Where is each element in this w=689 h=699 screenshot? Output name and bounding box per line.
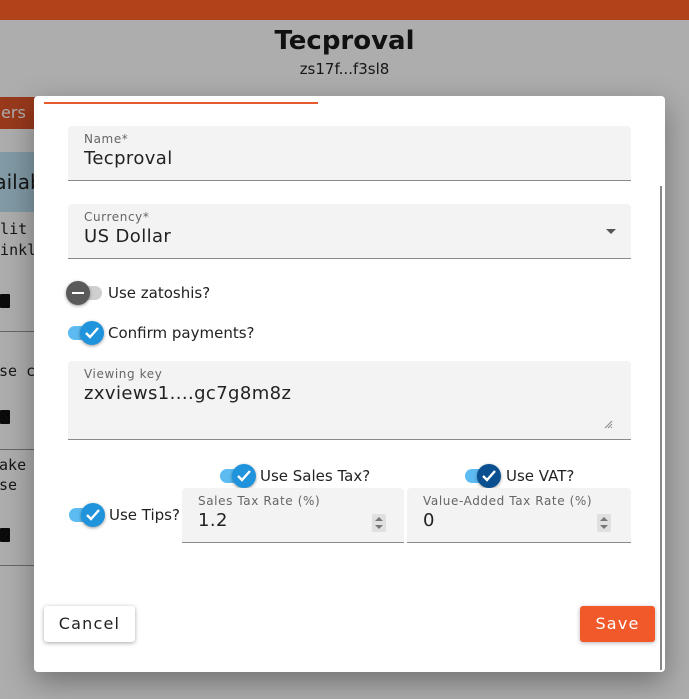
scrollbar[interactable] [660, 186, 662, 670]
name-input[interactable]: Tecproval [84, 148, 173, 169]
use-vat-toggle[interactable] [465, 464, 503, 488]
use-tips-toggle[interactable] [69, 503, 107, 527]
use-sales-tax-toggle[interactable] [220, 464, 258, 488]
confirm-payments-label: Confirm payments? [108, 324, 255, 342]
minus-icon [66, 281, 90, 305]
sales-tax-rate-field[interactable]: Sales Tax Rate (%) 1.2 [182, 488, 404, 543]
name-field-label: Name* [84, 132, 129, 146]
number-spinner-icon[interactable] [372, 514, 386, 532]
progress-bar [44, 102, 318, 104]
viewing-key-field[interactable]: Viewing key zxviews1....gc7g8m8z [68, 361, 631, 440]
sales-tax-rate-input[interactable]: 1.2 [198, 510, 228, 531]
check-icon [232, 464, 256, 488]
edit-shop-dialog: Name* Tecproval Currency* US Dollar Use … [34, 96, 665, 672]
vat-rate-label: Value-Added Tax Rate (%) [423, 494, 593, 508]
resize-handle-icon[interactable] [604, 420, 613, 429]
viewing-key-label: Viewing key [84, 367, 163, 381]
use-zatoshis-label: Use zatoshis? [108, 284, 211, 302]
use-zatoshis-toggle[interactable] [66, 281, 106, 305]
currency-select[interactable]: Currency* US Dollar [68, 204, 631, 259]
use-tips-label: Use Tips? [109, 506, 180, 524]
cancel-button[interactable]: Cancel [44, 606, 135, 642]
viewing-key-input[interactable]: zxviews1....gc7g8m8z [84, 383, 291, 404]
check-icon [81, 503, 105, 527]
check-icon [80, 321, 104, 345]
number-spinner-icon[interactable] [597, 514, 611, 532]
vat-rate-input[interactable]: 0 [423, 510, 435, 531]
use-sales-tax-label: Use Sales Tax? [260, 467, 371, 485]
sales-tax-rate-label: Sales Tax Rate (%) [198, 494, 321, 508]
name-field[interactable]: Name* Tecproval [68, 126, 631, 181]
top-app-bar [0, 0, 689, 20]
vat-rate-field[interactable]: Value-Added Tax Rate (%) 0 [407, 488, 631, 543]
dropdown-arrow-icon [606, 229, 616, 234]
currency-value: US Dollar [84, 226, 172, 247]
save-button[interactable]: Save [580, 606, 655, 642]
check-icon [477, 464, 501, 488]
use-vat-label: Use VAT? [506, 467, 575, 485]
currency-field-label: Currency* [84, 210, 150, 224]
confirm-payments-toggle[interactable] [68, 321, 106, 345]
